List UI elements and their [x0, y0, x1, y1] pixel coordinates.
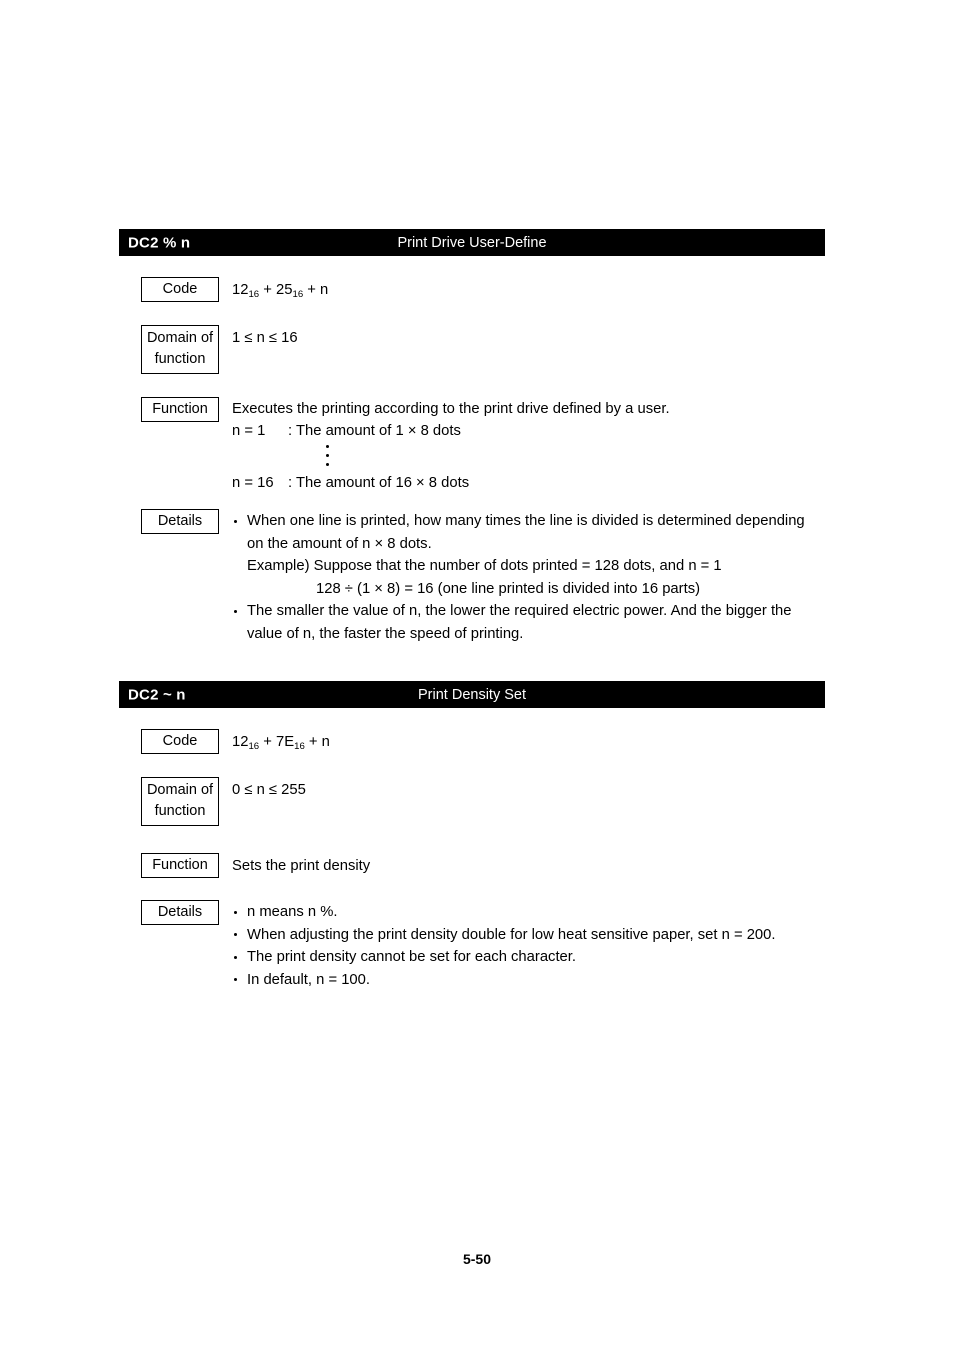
list-item: The smaller the value of n, the lower th…: [232, 600, 825, 645]
function-case-2: n = 16 : The amount of 16 × 8 dots: [232, 472, 825, 494]
function-case-2-key: n = 16: [232, 475, 274, 491]
function-case-1-value: : The amount of 1 × 8 dots: [288, 423, 461, 439]
page-number: 5-50: [462, 1251, 492, 1267]
function-body: Executes the printing according to the p…: [232, 398, 825, 494]
code-value: 1216 + 7E16 + n: [232, 731, 825, 755]
command-section-dc2-tilde-n: DC2 ~ n Print Density Set Code 1216 + 7E…: [119, 681, 825, 988]
code-hex-2: 7E: [276, 734, 295, 750]
code-operator-1: +: [259, 282, 277, 298]
list-item: In default, n = 100.: [232, 969, 832, 992]
command-title: Print Drive User-Define: [397, 234, 547, 251]
details-bullet-list: n means n %. When adjusting the print de…: [232, 901, 832, 991]
command-header-bar: DC2 ~ n Print Density Set: [119, 681, 825, 708]
details-label-box: Details: [141, 509, 219, 534]
code-hex-2: 25: [276, 282, 293, 298]
function-label: Function: [152, 857, 208, 873]
domain-label-line-2: function: [154, 351, 206, 367]
vertical-ellipsis-icon: [232, 442, 825, 472]
function-case-2-value: : The amount of 16 × 8 dots: [288, 475, 470, 491]
code-operator-2: + n: [304, 734, 330, 750]
details-body: n means n %. When adjusting the print de…: [232, 901, 832, 991]
domain-label-box: Domain of function: [141, 325, 219, 374]
domain-value: 0 ≤ n ≤ 255: [232, 782, 306, 798]
domain-label-line-1: Domain of: [146, 330, 214, 346]
code-hex-1-subscript: 16: [248, 289, 260, 300]
details-label-box: Details: [141, 900, 219, 925]
list-item: n means n %.: [232, 901, 832, 924]
details-bullet-list: When one line is printed, how many times…: [232, 510, 825, 555]
details-body: When one line is printed, how many times…: [232, 510, 825, 645]
example-block: Example) Suppose that the number of dots…: [232, 555, 825, 600]
function-case-1-key: n = 1: [232, 423, 266, 439]
function-label: Function: [152, 401, 208, 417]
document-page: DC2 % n Print Drive User-Define Code 121…: [0, 0, 954, 1350]
list-item: When adjusting the print density double …: [232, 924, 832, 947]
domain-label-line-1: Domain of: [146, 782, 214, 798]
details-bullet-list-continued: The smaller the value of n, the lower th…: [232, 600, 825, 645]
details-label: Details: [157, 904, 203, 920]
code-label-box: Code: [141, 277, 219, 302]
code-label: Code: [162, 733, 198, 749]
function-label-box: Function: [141, 853, 219, 878]
domain-label-box: Domain of function: [141, 777, 219, 826]
code-hex-2-subscript: 16: [294, 741, 305, 752]
command-section-dc2-percent-n: DC2 % n Print Drive User-Define Code 121…: [119, 229, 825, 642]
code-operator-1: +: [259, 734, 277, 750]
code-hex-1: 12: [232, 282, 249, 298]
code-operator-2: + n: [303, 282, 329, 298]
example-line-1: Example) Suppose that the number of dots…: [247, 558, 722, 574]
code-value: 1216 + 2516 + n: [232, 279, 825, 303]
example-line-2: 128 ÷ (1 × 8) = 16 (one line printed is …: [316, 580, 701, 597]
list-item: The print density cannot be set for each…: [232, 946, 832, 969]
code-hex-1-subscript: 16: [248, 741, 260, 752]
domain-label-line-2: function: [154, 803, 206, 819]
command-title: Print Density Set: [418, 686, 526, 703]
code-label: Code: [162, 281, 198, 297]
code-hex-2-subscript: 16: [292, 289, 304, 300]
command-header-bar: DC2 % n Print Drive User-Define: [119, 229, 825, 256]
code-label-box: Code: [141, 729, 219, 754]
details-label: Details: [157, 513, 203, 529]
function-case-1: n = 1 : The amount of 1 × 8 dots: [232, 420, 825, 442]
list-item: When one line is printed, how many times…: [232, 510, 825, 555]
code-hex-1: 12: [232, 734, 249, 750]
function-intro: Sets the print density: [232, 858, 371, 874]
domain-value: 1 ≤ n ≤ 16: [232, 330, 298, 346]
function-intro: Executes the printing according to the p…: [232, 401, 670, 417]
function-label-box: Function: [141, 397, 219, 422]
